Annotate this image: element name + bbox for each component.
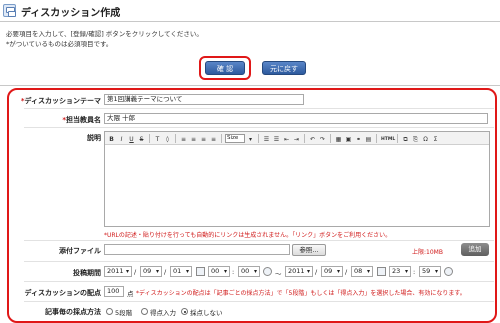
back-button[interactable]: 元に戻す bbox=[262, 61, 306, 75]
browse-button[interactable]: 参照... bbox=[292, 244, 326, 256]
undo-icon[interactable]: ↶ bbox=[308, 134, 317, 143]
instruction-line-2: *がついているものは必須項目です。 bbox=[6, 40, 113, 48]
scoring-label: 記事毎の採点方法 bbox=[45, 308, 101, 316]
bold-button[interactable]: B bbox=[107, 134, 116, 143]
points-unit: 点 bbox=[127, 290, 134, 298]
calendar-icon[interactable] bbox=[196, 267, 205, 276]
align-center-icon[interactable]: ≡ bbox=[189, 134, 198, 143]
scoring-option-label: 5段階 bbox=[115, 309, 133, 317]
italic-button[interactable]: I bbox=[117, 134, 126, 143]
html-source-button[interactable]: HTML bbox=[380, 134, 395, 143]
row-divider bbox=[24, 127, 494, 128]
special-char-icon[interactable]: Ω bbox=[421, 134, 430, 143]
indent-icon[interactable]: ⇥ bbox=[292, 134, 301, 143]
redo-icon[interactable]: ↷ bbox=[318, 134, 327, 143]
scoring-option-label: 採点しない bbox=[190, 309, 223, 317]
points-label: ディスカッションの配点 bbox=[24, 289, 101, 297]
start-hour-select[interactable]: 00 bbox=[208, 266, 230, 277]
theme-label: *ディスカッションテーマ bbox=[20, 97, 101, 105]
table-icon[interactable]: ▦ bbox=[334, 134, 343, 143]
start-day-select[interactable]: 01 bbox=[170, 266, 192, 277]
toolbar-separator bbox=[149, 133, 150, 143]
date-separator: / bbox=[164, 268, 167, 276]
scoring-option-label: 得点入力 bbox=[150, 309, 176, 317]
toolbar-separator bbox=[304, 133, 305, 143]
toolbar-separator bbox=[258, 133, 259, 143]
font-color-button[interactable]: T bbox=[153, 134, 162, 143]
scoring-option-5-level[interactable] bbox=[106, 308, 113, 315]
teacher-input[interactable]: 大隈 十郎 bbox=[104, 113, 488, 124]
toolbar-separator bbox=[330, 133, 331, 143]
clock-icon[interactable] bbox=[263, 267, 272, 276]
end-month-select[interactable]: 09 bbox=[321, 266, 343, 277]
toolbar-separator bbox=[397, 133, 398, 143]
description-editor[interactable]: B I U S T ◊ ≡ ≡ ≡ ≡ Size ▾ ☰ ☰ ⇤ ⇥ ↶ ↷ ▦… bbox=[104, 131, 490, 227]
toolbar-separator bbox=[175, 133, 176, 143]
row-divider bbox=[24, 261, 494, 262]
points-note: *ディスカッションの配点は「記事ごとの採点方法」で「5段階」もしくは「得点入力」… bbox=[136, 290, 466, 297]
clock-icon[interactable] bbox=[444, 267, 453, 276]
title-bar: ディスカッション作成 bbox=[0, 0, 500, 22]
attachment-label: 添付ファイル bbox=[59, 247, 101, 255]
underline-button[interactable]: U bbox=[127, 134, 136, 143]
align-right-icon[interactable]: ≡ bbox=[199, 134, 208, 143]
justify-icon[interactable]: ≡ bbox=[209, 134, 218, 143]
calendar-icon[interactable] bbox=[377, 267, 386, 276]
discussion-icon bbox=[3, 4, 16, 17]
unordered-list-icon[interactable]: ☰ bbox=[272, 134, 281, 143]
time-separator: : bbox=[413, 268, 416, 276]
paste-icon[interactable]: ⎘ bbox=[411, 134, 420, 143]
font-size-select[interactable]: Size bbox=[225, 133, 245, 143]
instruction-line-1: 必要項目を入力して、[登録/確認] ボタンをクリックしてください。 bbox=[6, 30, 203, 38]
chevron-down-icon[interactable]: ▾ bbox=[246, 134, 255, 143]
highlight-color-icon[interactable]: ◊ bbox=[163, 134, 172, 143]
end-day-select[interactable]: 08 bbox=[351, 266, 373, 277]
ordered-list-icon[interactable]: ☰ bbox=[262, 134, 271, 143]
confirm-button[interactable]: 確 認 bbox=[205, 61, 245, 75]
align-left-icon[interactable]: ≡ bbox=[179, 134, 188, 143]
description-note: *URLの記述・貼り付けを行っても自動的にリンクは生成されません。「リンク」ボタ… bbox=[104, 232, 392, 239]
editor-toolbar: B I U S T ◊ ≡ ≡ ≡ ≡ Size ▾ ☰ ☰ ⇤ ⇥ ↶ ↷ ▦… bbox=[105, 132, 489, 145]
date-separator: / bbox=[134, 268, 137, 276]
outdent-icon[interactable]: ⇤ bbox=[282, 134, 291, 143]
page-title: ディスカッション作成 bbox=[21, 8, 121, 19]
scoring-option-score-input[interactable] bbox=[141, 308, 148, 315]
toolbar-separator bbox=[376, 133, 377, 143]
media-icon[interactable]: ▤ bbox=[364, 134, 373, 143]
points-input[interactable]: 100 bbox=[104, 286, 124, 297]
row-divider bbox=[24, 108, 494, 109]
copy-icon[interactable]: ⧉ bbox=[401, 134, 410, 143]
end-minute-select[interactable]: 59 bbox=[419, 266, 441, 277]
scoring-option-no-score[interactable] bbox=[181, 308, 188, 315]
start-year-select[interactable]: 2011 bbox=[104, 266, 132, 277]
theme-input[interactable]: 第1回講義テーマについて bbox=[104, 94, 304, 105]
image-icon[interactable]: ▣ bbox=[344, 134, 353, 143]
date-separator: / bbox=[345, 268, 348, 276]
link-icon[interactable]: ⚭ bbox=[354, 134, 363, 143]
teacher-label: *担当教員名 bbox=[62, 116, 101, 124]
attachment-path-input[interactable] bbox=[104, 244, 290, 255]
time-separator: : bbox=[232, 268, 235, 276]
strikethrough-button[interactable]: S bbox=[137, 134, 146, 143]
divider bbox=[0, 85, 500, 86]
description-label: 説明 bbox=[87, 134, 101, 142]
row-divider bbox=[24, 301, 494, 302]
row-divider bbox=[24, 281, 494, 282]
period-tilde: 〜 bbox=[275, 270, 282, 278]
end-hour-select[interactable]: 23 bbox=[389, 266, 411, 277]
period-label: 投稿期間 bbox=[73, 269, 101, 277]
add-file-button[interactable]: 追加 bbox=[461, 243, 489, 256]
end-year-select[interactable]: 2011 bbox=[285, 266, 313, 277]
file-size-limit: 上限:10MB bbox=[412, 249, 443, 256]
start-minute-select[interactable]: 00 bbox=[238, 266, 260, 277]
date-separator: / bbox=[315, 268, 318, 276]
row-divider bbox=[24, 240, 494, 241]
sigma-button[interactable]: Σ bbox=[431, 134, 440, 143]
toolbar-separator bbox=[221, 133, 222, 143]
start-month-select[interactable]: 09 bbox=[140, 266, 162, 277]
